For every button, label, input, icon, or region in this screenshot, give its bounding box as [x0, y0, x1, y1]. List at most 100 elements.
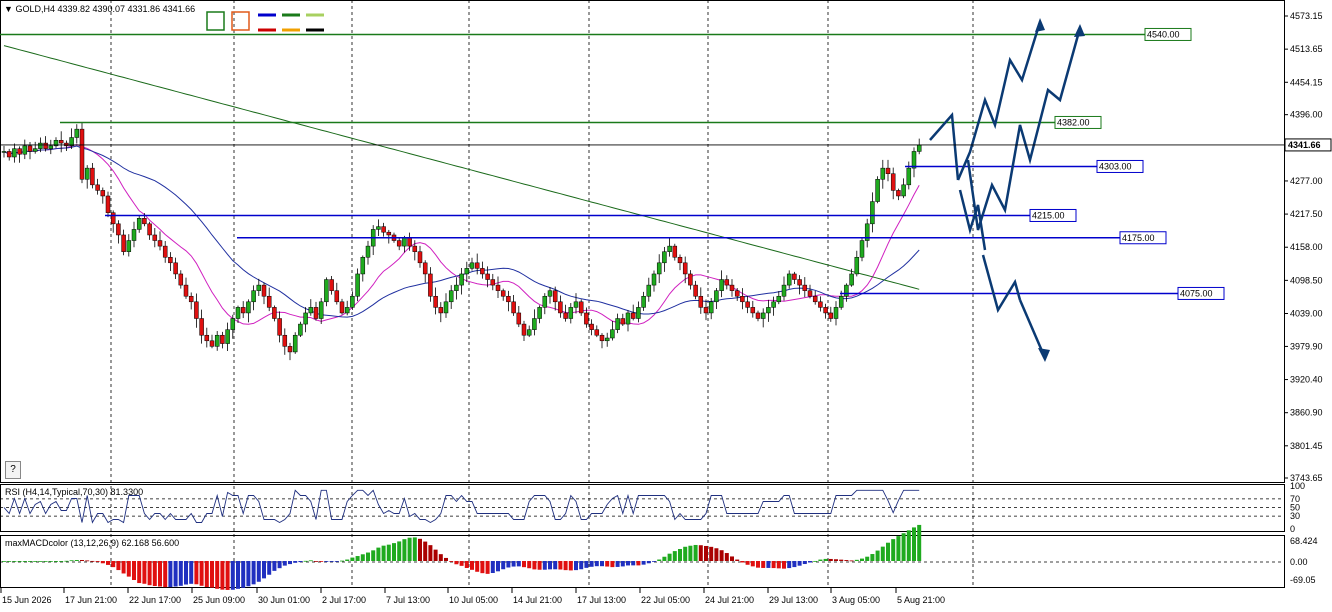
macd-histogram-bar — [610, 561, 615, 568]
macd-histogram-bar — [100, 561, 105, 564]
rectangle-tool-icon[interactable] — [206, 11, 225, 31]
macd-histogram-bar — [64, 560, 69, 562]
candle-body — [443, 301, 449, 314]
candle-body — [495, 284, 501, 291]
candle-body — [246, 301, 251, 314]
macd-histogram-bar — [298, 561, 303, 563]
macd-histogram-bar — [412, 537, 417, 561]
candle-body — [355, 273, 360, 297]
candle-body — [750, 307, 756, 314]
candle-body — [485, 273, 490, 280]
candle-body — [272, 307, 277, 319]
candle-body — [110, 212, 116, 225]
macd-histogram-bar — [241, 561, 246, 588]
macd-histogram-bar — [459, 561, 464, 566]
macd-histogram-bar — [594, 561, 599, 567]
candle-body — [22, 145, 28, 155]
candle-body — [194, 301, 199, 319]
macd-histogram-bar — [106, 561, 110, 565]
candle-body — [563, 312, 568, 319]
macd-histogram-bar — [178, 561, 183, 586]
candle-body — [292, 334, 298, 353]
macd-histogram-bar — [340, 560, 344, 562]
price-tick-label: 4277.00 — [1290, 176, 1323, 186]
candle-body — [641, 295, 646, 308]
candle-body — [537, 307, 542, 319]
candle-body — [573, 301, 579, 308]
candle-body — [693, 284, 698, 297]
candle-body — [95, 184, 100, 191]
candle-body — [818, 301, 823, 308]
macd-histogram-bar — [376, 547, 381, 561]
macd-histogram-bar — [672, 551, 677, 561]
time-tick-label: 15 Jun 2026 — [2, 595, 52, 605]
macd-histogram-bar — [854, 559, 859, 561]
macd-histogram-bar — [719, 550, 724, 561]
candle-body — [755, 312, 761, 319]
candle-body — [454, 284, 459, 291]
candle-body — [558, 301, 563, 314]
macd-histogram-bar — [407, 537, 412, 561]
candle-body — [79, 128, 85, 180]
candle-body — [261, 284, 267, 297]
macd-histogram-bar — [740, 561, 745, 563]
macd-histogram-bar — [579, 561, 584, 570]
macd-histogram-bar — [215, 561, 220, 589]
macd-histogram-bar — [714, 548, 719, 561]
macd-histogram-bar — [548, 561, 552, 570]
macd-histogram-bar — [501, 561, 506, 570]
candle-body — [729, 284, 735, 291]
macd-histogram-bar — [355, 556, 360, 561]
rectangle-tool-icon[interactable] — [231, 11, 250, 31]
candle-body — [880, 167, 886, 180]
candle-body — [630, 312, 636, 319]
candle-body — [256, 284, 262, 291]
candle-body — [287, 346, 293, 353]
macd-histogram-bar — [423, 541, 428, 561]
candle-body — [823, 307, 828, 314]
candle-body — [318, 301, 324, 319]
candle-body — [131, 229, 137, 241]
price-tick-label: 3801.45 — [1290, 441, 1323, 451]
macd-histogram-bar — [173, 561, 178, 587]
candle-body — [162, 245, 168, 258]
candle-body — [277, 318, 282, 336]
macd-histogram-bar — [480, 561, 485, 574]
macd-histogram-bar — [475, 561, 480, 572]
chart-canvas: 4540.00 4382.00 4303.00 4215.00 4175.00 4075.… — [0, 0, 1332, 605]
price-tick-label: 4573.15 — [1290, 11, 1323, 21]
macd-histogram-bar — [912, 527, 916, 561]
candle-body — [240, 307, 246, 314]
candle-body — [677, 256, 683, 264]
candle-body — [906, 167, 912, 186]
macd-histogram-bar — [756, 561, 760, 568]
level-label: 4215.00 — [1032, 210, 1065, 220]
macd-histogram-bar — [865, 556, 870, 561]
time-tick-label: 2 Jul 17:00 — [322, 595, 366, 605]
candle-body — [188, 295, 194, 303]
macd-histogram-bar — [433, 549, 438, 561]
candle-body — [797, 279, 802, 286]
macd-histogram-bar — [839, 559, 844, 561]
macd-histogram-bar — [277, 561, 282, 569]
candle-body — [766, 307, 771, 314]
price-tick-label: 3920.40 — [1290, 375, 1323, 385]
candle-body — [64, 142, 69, 147]
candle-body — [802, 284, 808, 291]
candle-body — [417, 251, 423, 264]
macd-histogram-bar — [116, 561, 121, 571]
macd-histogram-bar — [522, 561, 526, 568]
candle-body — [422, 262, 428, 275]
macd-histogram-bar — [256, 561, 261, 582]
macd-histogram-bar — [267, 561, 272, 575]
candle-body — [365, 245, 371, 258]
price-tick-label: 4513.65 — [1290, 44, 1323, 54]
macd-histogram-bar — [236, 561, 240, 589]
help-button[interactable]: ? — [5, 461, 21, 479]
candle-body — [552, 290, 558, 303]
candle-body — [204, 334, 210, 342]
collapse-arrow-icon[interactable]: ▼ — [4, 4, 13, 14]
macd-histogram-bar — [704, 545, 708, 561]
price-tick-label: 4454.15 — [1290, 77, 1323, 87]
macd-histogram-bar — [381, 545, 386, 561]
